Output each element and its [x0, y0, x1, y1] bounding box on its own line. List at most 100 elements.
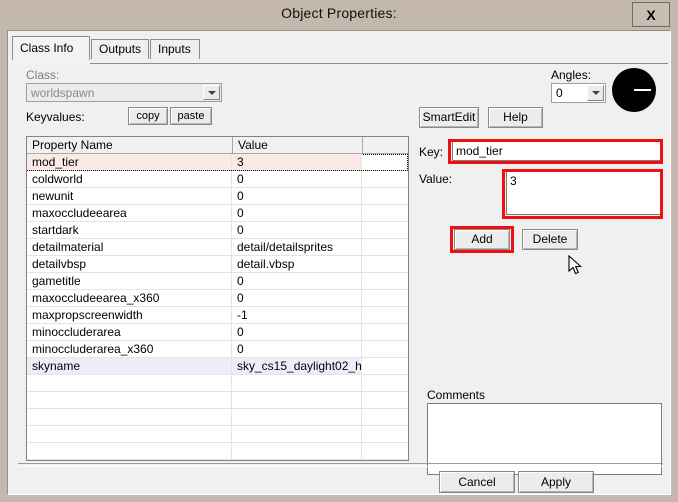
column-header-property-name[interactable]: Property Name — [27, 137, 233, 154]
apply-button[interactable]: Apply — [518, 471, 594, 493]
table-row[interactable]: startdark 0 — [27, 222, 408, 239]
table-row-empty[interactable] — [27, 460, 408, 461]
footer-divider — [18, 463, 663, 467]
table-row[interactable]: skyname sky_cs15_daylight02_hdr — [27, 358, 408, 375]
tab-inputs[interactable]: Inputs — [150, 39, 200, 59]
help-button[interactable]: Help — [488, 107, 543, 128]
table-row[interactable]: maxoccludeearea 0 — [27, 205, 408, 222]
cell-extra — [362, 256, 408, 272]
table-row[interactable]: coldworld 0 — [27, 171, 408, 188]
paste-button[interactable]: paste — [170, 107, 212, 125]
cell-property-name: mod_tier — [27, 154, 232, 170]
cell-extra — [362, 239, 408, 255]
table-row-empty[interactable] — [27, 392, 408, 409]
table-row-empty[interactable] — [27, 409, 408, 426]
cell-extra — [362, 205, 408, 221]
smartedit-button[interactable]: SmartEdit — [419, 107, 479, 128]
cell-empty — [27, 375, 232, 391]
table-row[interactable]: minoccluderarea 0 — [27, 324, 408, 341]
cell-value: -1 — [232, 307, 362, 323]
cell-empty — [27, 426, 232, 442]
delete-button[interactable]: Delete — [522, 229, 578, 250]
table-row[interactable]: detailmaterial detail/detailsprites — [27, 239, 408, 256]
keyvalues-label: Keyvalues: — [26, 110, 85, 124]
dialog-client-area: Class Info Outputs Inputs Class: worldsp… — [7, 30, 671, 495]
properties-table[interactable]: Property Name Value mod_tier 3 coldworld 0 n… — [26, 136, 409, 461]
cell-value: 0 — [232, 188, 362, 204]
cell-extra — [362, 154, 408, 170]
cell-empty — [232, 426, 362, 442]
column-header-value[interactable]: Value — [233, 137, 363, 154]
cell-property-name: startdark — [27, 222, 232, 238]
table-row[interactable]: detailvbsp detail.vbsp — [27, 256, 408, 273]
column-header-extra[interactable] — [363, 137, 408, 154]
cell-property-name: maxpropscreenwidth — [27, 307, 232, 323]
cell-value: detail.vbsp — [232, 256, 362, 272]
tab-strip: Class Info Outputs Inputs — [12, 36, 668, 65]
chevron-down-icon-angles[interactable] — [587, 85, 604, 101]
comments-label: Comments — [427, 388, 486, 402]
copy-button[interactable]: copy — [128, 107, 168, 125]
tab-active-mask — [13, 63, 90, 65]
cell-value: 0 — [232, 171, 362, 187]
cell-value: 3 — [232, 154, 362, 170]
add-button[interactable]: Add — [454, 229, 510, 250]
cell-empty — [232, 375, 362, 391]
angles-dropdown-value: 0 — [556, 86, 563, 100]
tab-class-info[interactable]: Class Info — [12, 36, 90, 60]
window-title: Object Properties: — [281, 5, 397, 21]
cell-empty — [232, 460, 362, 461]
cell-empty — [362, 460, 408, 461]
cell-empty — [232, 443, 362, 459]
angles-dropdown[interactable]: 0 — [551, 83, 606, 103]
table-row[interactable]: newunit 0 — [27, 188, 408, 205]
cell-value: 0 — [232, 341, 362, 357]
cell-value: 0 — [232, 290, 362, 306]
table-row[interactable]: mod_tier 3 — [27, 154, 408, 171]
table-header-row: Property Name Value — [27, 137, 408, 154]
angles-dial[interactable] — [612, 68, 656, 112]
key-input[interactable]: mod_tier — [452, 141, 662, 161]
cell-extra — [362, 290, 408, 306]
cell-property-name: maxoccludeearea_x360 — [27, 290, 232, 306]
cell-extra — [362, 307, 408, 323]
tab-strip-underline — [16, 63, 668, 64]
tab-outputs[interactable]: Outputs — [91, 39, 149, 59]
cell-empty — [362, 409, 408, 425]
object-properties-window: Object Properties: X Class Info Outputs … — [0, 0, 678, 502]
class-dropdown-value: worldspawn — [31, 86, 95, 100]
cell-property-name: coldworld — [27, 171, 232, 187]
cell-value: sky_cs15_daylight02_hdr — [232, 358, 362, 374]
cell-property-name: minoccluderarea — [27, 324, 232, 340]
value-input[interactable]: 3 — [506, 171, 662, 215]
cell-empty — [27, 409, 232, 425]
cell-empty — [27, 443, 232, 459]
cell-value: 0 — [232, 222, 362, 238]
cell-extra — [362, 188, 408, 204]
cell-extra — [362, 222, 408, 238]
class-label: Class: — [26, 68, 60, 82]
cell-extra — [362, 171, 408, 187]
table-row[interactable]: maxoccludeearea_x360 0 — [27, 290, 408, 307]
cell-property-name: skyname — [27, 358, 232, 374]
title-bar: Object Properties: X — [0, 0, 678, 30]
cell-property-name: maxoccludeearea — [27, 205, 232, 221]
table-row-empty[interactable] — [27, 375, 408, 392]
angles-label: Angles: — [551, 68, 592, 82]
cell-empty — [362, 443, 408, 459]
cell-empty — [27, 460, 232, 461]
cell-empty — [362, 375, 408, 391]
table-row[interactable]: minoccluderarea_x360 0 — [27, 341, 408, 358]
key-label: Key: — [419, 145, 444, 159]
table-row-empty[interactable] — [27, 426, 408, 443]
cell-property-name: gametitle — [27, 273, 232, 289]
close-icon[interactable]: X — [632, 2, 670, 27]
cell-empty — [232, 392, 362, 408]
chevron-down-icon[interactable] — [203, 85, 220, 100]
table-row[interactable]: maxpropscreenwidth -1 — [27, 307, 408, 324]
cell-extra — [362, 324, 408, 340]
table-row[interactable]: gametitle 0 — [27, 273, 408, 290]
cancel-button[interactable]: Cancel — [439, 471, 515, 493]
class-dropdown[interactable]: worldspawn — [26, 83, 222, 102]
table-row-empty[interactable] — [27, 443, 408, 460]
